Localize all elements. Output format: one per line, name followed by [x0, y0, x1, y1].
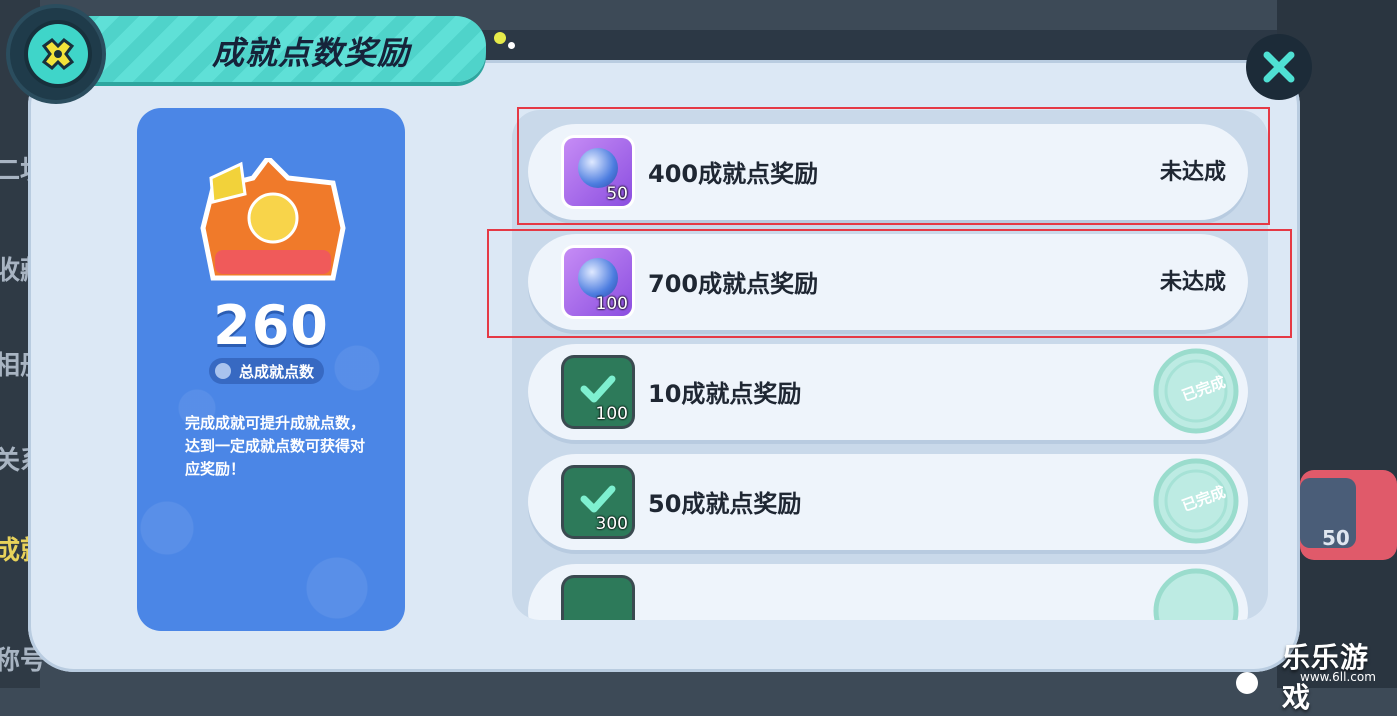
reward-row-50[interactable]: 300 50成就点奖励 已完成 — [528, 454, 1248, 550]
close-icon — [1263, 51, 1295, 83]
total-points-value: 260 — [213, 294, 329, 357]
star-icon — [215, 363, 231, 379]
reward-title: 50成就点奖励 — [648, 490, 802, 518]
reward-title: 10成就点奖励 — [648, 380, 802, 408]
reward-item-icon: 100 — [564, 358, 632, 426]
check-icon — [580, 375, 616, 403]
dialog-title: 成就点数奖励 — [212, 34, 411, 72]
decor-dot — [1236, 672, 1258, 694]
points-summary-card: 260 总成就点数 完成成就可提升成就点数，达到一定成就点数可获得对应奖励！ — [137, 108, 405, 631]
reward-row-partial[interactable] — [528, 564, 1248, 620]
reward-qty: 100 — [595, 404, 628, 424]
watermark-url: www.6ll.com — [1300, 670, 1376, 684]
decor-dot — [494, 32, 506, 44]
reward-item-icon — [564, 578, 632, 620]
background-gem-qty: 50 — [1322, 526, 1350, 550]
check-icon — [580, 485, 616, 513]
achievement-logo — [10, 8, 102, 100]
highlight-box — [517, 107, 1270, 225]
reward-row-10[interactable]: 100 10成就点奖励 已完成 — [528, 344, 1248, 440]
completed-stamp-icon — [1153, 568, 1239, 620]
achievement-badge-icon — [200, 158, 346, 281]
reward-qty: 300 — [595, 514, 628, 534]
total-points-label: 总成就点数 — [239, 362, 315, 381]
total-points-label-pill: 总成就点数 — [209, 358, 325, 384]
reward-item-icon: 300 — [564, 468, 632, 536]
trophy-icon — [28, 24, 88, 84]
close-button[interactable] — [1246, 34, 1312, 100]
points-description: 完成成就可提升成就点数，达到一定成就点数可获得对应奖励！ — [185, 414, 366, 478]
decor-dot — [508, 42, 515, 49]
highlight-box — [487, 229, 1292, 338]
